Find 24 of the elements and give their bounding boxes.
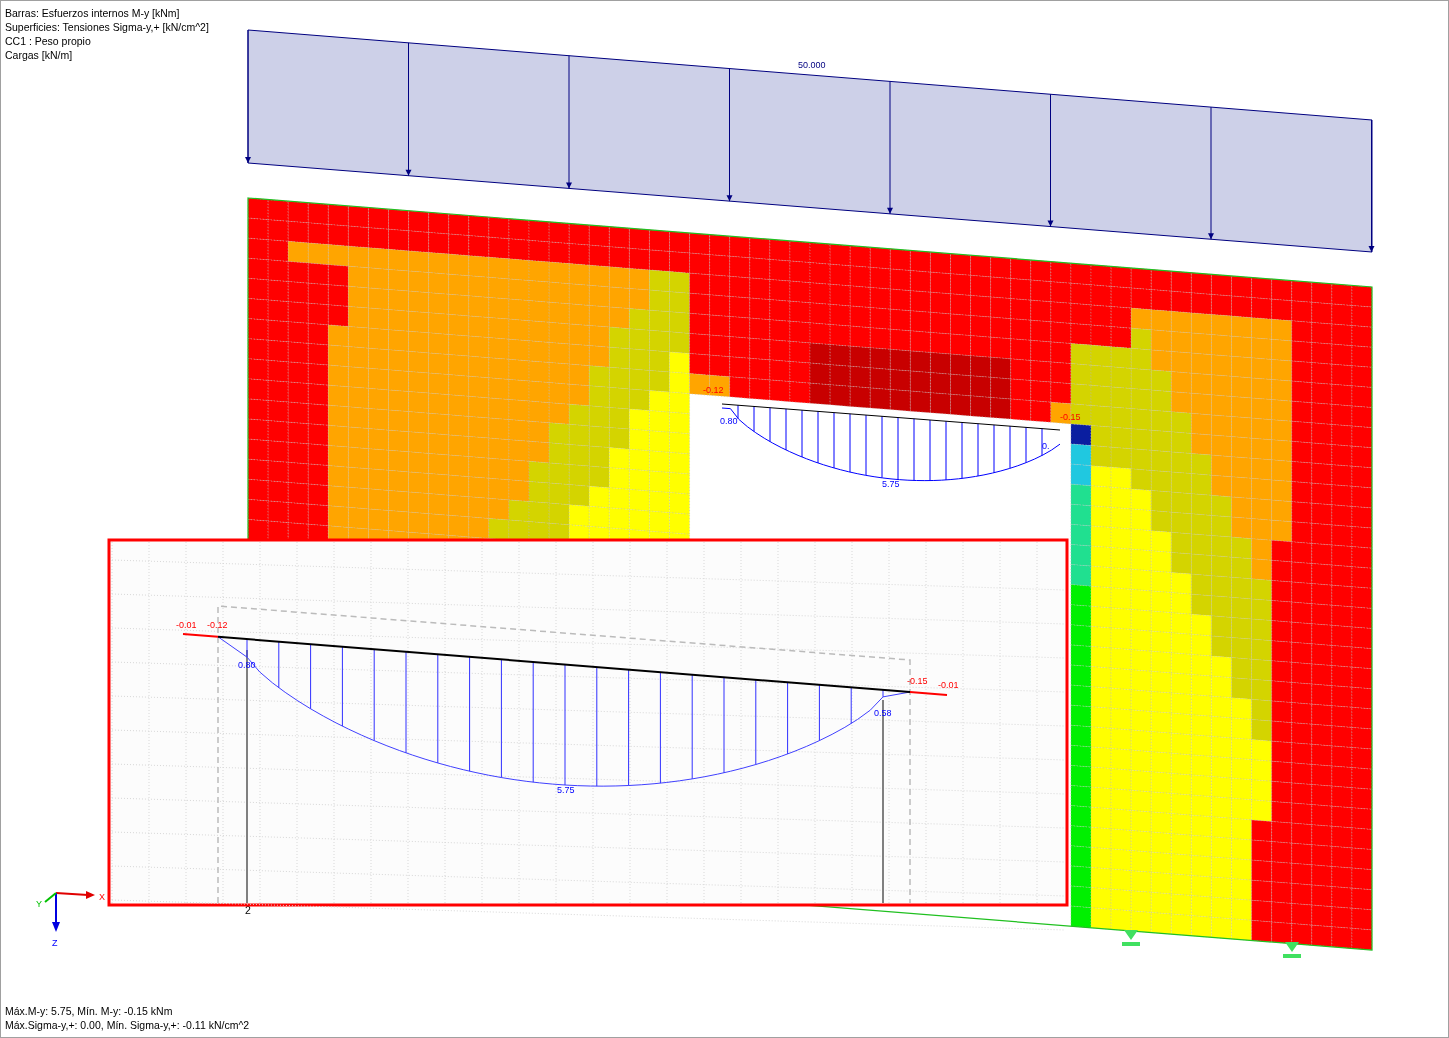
result-summary: Máx.M-y: 5.75, Mín. M-y: -0.15 kNm bbox=[5, 1005, 173, 1017]
moment-value: -0.01 bbox=[176, 620, 197, 630]
moment-value: -0.15 bbox=[907, 676, 928, 686]
axis-label: X bbox=[99, 892, 105, 902]
axis-icon bbox=[44, 891, 95, 932]
axis-label: Y bbox=[36, 899, 42, 909]
load-value: 50.000 bbox=[798, 60, 826, 70]
moment-value: 5.75 bbox=[557, 785, 575, 795]
legend-line: Cargas [kN/m] bbox=[5, 49, 73, 61]
result-summary: Máx.Sigma-y,+: 0.00, Mín. Sigma-y,+: -0.11 kN/cm^2 bbox=[5, 1019, 250, 1031]
moment-value: 0. bbox=[1042, 441, 1050, 451]
moment-value: -0.15 bbox=[1060, 412, 1081, 422]
legend-line: CC1 : Peso propio bbox=[5, 35, 91, 47]
legend-line: Superficies: Tensiones Sigma-y,+ [kN/cm^2] bbox=[5, 21, 209, 33]
moment-value: -0.01 bbox=[938, 680, 959, 690]
moment-value: 0.80 bbox=[720, 416, 738, 426]
moment-value: -0.12 bbox=[207, 620, 228, 630]
axis-label: Z bbox=[52, 938, 58, 948]
moment-value: 5.75 bbox=[882, 479, 900, 489]
moment-value: 0.80 bbox=[238, 660, 256, 670]
legend-line: Barras: Esfuerzos internos M-y [kNm] bbox=[5, 7, 180, 19]
node-number: 2 bbox=[245, 904, 251, 916]
moment-value: 0.58 bbox=[874, 708, 892, 718]
moment-value: -0.12 bbox=[703, 385, 724, 395]
